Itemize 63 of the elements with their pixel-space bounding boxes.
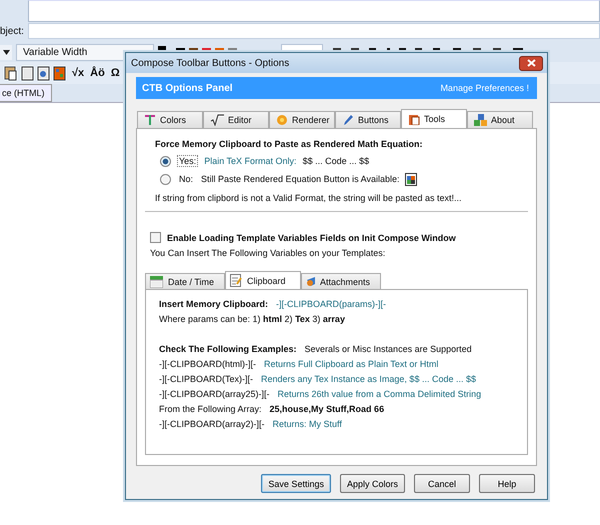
body-text: Severals or Misc Instances are Supported	[304, 344, 472, 354]
label-text: Insert Memory Clipboard:	[159, 298, 268, 308]
clipboard-icon	[408, 113, 420, 125]
option-note: Plain TeX Format Only:	[204, 156, 297, 166]
body-text: -][-CLIPBOARD(Tex)-][-	[159, 374, 254, 384]
code-text: Returns: My Stuff	[272, 418, 342, 428]
sun-icon	[276, 114, 288, 126]
dialog-button[interactable]: Cancel	[414, 474, 470, 493]
label-text: 25,house,My Stuff,Road 66	[270, 404, 384, 414]
dialog-button[interactable]: Apply Colors	[340, 474, 405, 493]
body-text: From the Following Array:	[159, 404, 262, 414]
section-heading: Force Memory Clipboard to Paste as Rendered Math Equation:	[155, 139, 424, 149]
subject-field[interactable]	[28, 23, 600, 39]
code-text: -][-CLIPBOARD(params)-][-	[276, 298, 386, 308]
checkbox[interactable]	[150, 232, 161, 243]
option-label: Yes:	[177, 155, 198, 167]
dialog-button[interactable]: Help	[479, 474, 535, 493]
tab[interactable]: Renderer	[269, 111, 335, 128]
mode-tab[interactable]: ce (HTML)	[0, 84, 52, 102]
pencil-icon	[342, 114, 354, 126]
blocks-icon	[474, 114, 487, 126]
body-text: -][-CLIPBOARD(array2)-][-	[159, 418, 265, 428]
option-label: No:	[178, 173, 194, 185]
variables-hint: You Can Insert The Following Variables on your Templates:	[150, 248, 386, 258]
tab[interactable]: Colors	[137, 111, 203, 128]
code-text: Returns Full Clipboard as Plain Text or Html	[264, 358, 438, 368]
tab[interactable]: About	[467, 111, 533, 128]
code-text: Renders any Tex Instance as Image, $$ ... Code ... $$	[261, 374, 476, 384]
checkbox-label: Enable Loading Template Variables Fields on Init Compose Window	[167, 232, 456, 242]
option-note: Still Paste Rendered Equation Button is Available:	[201, 174, 400, 184]
close-button[interactable]	[519, 56, 543, 70]
window-title: Compose Toolbar Buttons - Options	[131, 58, 290, 68]
dropdown-button[interactable]	[0, 44, 12, 60]
tab[interactable]: Tools	[401, 109, 467, 128]
tab[interactable]: Editor	[203, 111, 269, 128]
text-icon	[144, 114, 156, 126]
subject-label: bject:	[0, 26, 25, 36]
radio-button[interactable]	[160, 174, 171, 184]
tab[interactable]: Clipboard	[225, 271, 301, 289]
calendar-icon	[150, 276, 163, 288]
banner-title: CTB Options Panel	[142, 82, 233, 94]
format-example: $$ ... Code ... $$	[302, 156, 370, 166]
insert-button[interactable]: Ω	[110, 67, 120, 79]
tab[interactable]: Date / Time	[145, 273, 225, 289]
tab[interactable]: Attachments	[301, 273, 381, 289]
dialog-button[interactable]: Save Settings	[261, 474, 331, 493]
body-text: Where params can be: 1) html 2) Tex 3) array	[159, 314, 345, 324]
insert-button[interactable]: √x	[72, 67, 84, 79]
notepad-icon	[230, 274, 242, 287]
code-text: Returns 26th value from a Comma Delimited String	[278, 388, 482, 398]
tab[interactable]: Buttons	[335, 111, 401, 128]
notice-text: If string from clipbord is not a Valid Format, the string will be pasted as text!...	[155, 193, 462, 203]
insert-button[interactable]: Åö	[90, 67, 105, 79]
body-text: -][-CLIPBOARD(html)-][-	[159, 358, 256, 368]
address-field[interactable]	[28, 0, 600, 22]
close-icon	[526, 59, 536, 67]
body-text: -][-CLIPBOARD(array25)-][-	[159, 388, 270, 398]
paste-icons-drawing	[4, 65, 66, 81]
square-root-icon	[210, 114, 224, 126]
radio-button[interactable]	[160, 156, 171, 166]
equation-icon	[405, 172, 418, 186]
label-text: Check The Following Examples:	[159, 344, 297, 354]
caret-icon	[2, 50, 10, 54]
